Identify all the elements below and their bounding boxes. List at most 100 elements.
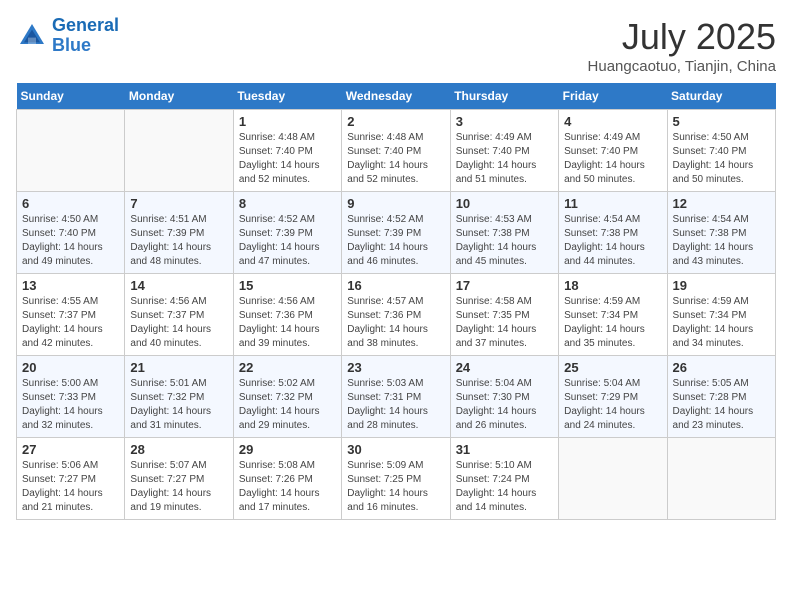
header-wednesday: Wednesday (342, 83, 450, 110)
day-number: 26 (673, 360, 770, 375)
day-info: Sunrise: 4:59 AMSunset: 7:34 PMDaylight:… (673, 295, 770, 351)
calendar-cell: 6 Sunrise: 4:50 AMSunset: 7:40 PMDaylight… (17, 192, 125, 274)
day-info: Sunrise: 4:52 AMSunset: 7:39 PMDaylight:… (239, 213, 336, 269)
calendar-cell: 19Sunrise: 4:59 AMSunset: 7:34 PMDayligh… (667, 274, 775, 356)
day-info: Sunrise: 5:01 AMSunset: 7:32 PMDaylight:… (130, 377, 227, 433)
day-info: Sunrise: 4:52 AMSunset: 7:39 PMDaylight:… (347, 213, 444, 269)
calendar-cell: 22 Sunrise: 5:02 AMSunset: 7:32 PMDayligh… (233, 356, 341, 438)
day-number: 28 (130, 442, 227, 457)
calendar-cell: 11 Sunrise: 4:54 AMSunset: 7:38 PMDayligh… (559, 192, 667, 274)
calendar-cell: 13 Sunrise: 4:55 AMSunset: 7:37 PMDayligh… (17, 274, 125, 356)
day-number: 1 (239, 114, 336, 129)
day-number: 7 (130, 196, 227, 211)
day-info: Sunrise: 4:50 AMSunset: 7:40 PMDaylight:… (22, 213, 119, 269)
calendar-cell: 2 Sunrise: 4:48 AMSunset: 7:40 PMDaylight… (342, 110, 450, 192)
calendar-cell: 20Sunrise: 5:00 AMSunset: 7:33 PMDayligh… (17, 356, 125, 438)
month-title: July 2025 (588, 16, 776, 58)
header-thursday: Thursday (450, 83, 558, 110)
day-info: Sunrise: 4:55 AMSunset: 7:37 PMDaylight:… (22, 295, 119, 351)
calendar-cell: 27 Sunrise: 5:06 AMSunset: 7:27 PMDayligh… (17, 438, 125, 520)
day-number: 17 (456, 278, 553, 293)
title-block: July 2025 Huangcaotuo, Tianjin, China (588, 16, 776, 75)
week-row-3: 20Sunrise: 5:00 AMSunset: 7:33 PMDayligh… (17, 356, 776, 438)
header-sunday: Sunday (17, 83, 125, 110)
day-info: Sunrise: 5:09 AMSunset: 7:25 PMDaylight:… (347, 459, 444, 515)
day-number: 4 (564, 114, 661, 129)
day-info: Sunrise: 4:56 AMSunset: 7:37 PMDaylight:… (130, 295, 227, 351)
day-number: 27 (22, 442, 119, 457)
calendar-cell: 16 Sunrise: 4:57 AMSunset: 7:36 PMDayligh… (342, 274, 450, 356)
calendar-cell: 15 Sunrise: 4:56 AMSunset: 7:36 PMDayligh… (233, 274, 341, 356)
calendar-cell: 4 Sunrise: 4:49 AMSunset: 7:40 PMDaylight… (559, 110, 667, 192)
day-number: 22 (239, 360, 336, 375)
day-number: 31 (456, 442, 553, 457)
calendar-cell: 30 Sunrise: 5:09 AMSunset: 7:25 PMDayligh… (342, 438, 450, 520)
day-number: 3 (456, 114, 553, 129)
calendar-cell: 24Sunrise: 5:04 AMSunset: 7:30 PMDayligh… (450, 356, 558, 438)
calendar-cell: 9Sunrise: 4:52 AMSunset: 7:39 PMDaylight… (342, 192, 450, 274)
day-info: Sunrise: 4:57 AMSunset: 7:36 PMDaylight:… (347, 295, 444, 351)
calendar-cell (559, 438, 667, 520)
day-number: 13 (22, 278, 119, 293)
location: Huangcaotuo, Tianjin, China (588, 58, 776, 75)
day-number: 23 (347, 360, 444, 375)
calendar-cell: 5 Sunrise: 4:50 AMSunset: 7:40 PMDaylight… (667, 110, 775, 192)
day-info: Sunrise: 4:59 AMSunset: 7:34 PMDaylight:… (564, 295, 661, 351)
day-info: Sunrise: 4:49 AMSunset: 7:40 PMDaylight:… (564, 131, 661, 187)
calendar-cell: 18Sunrise: 4:59 AMSunset: 7:34 PMDayligh… (559, 274, 667, 356)
day-number: 10 (456, 196, 553, 211)
day-number: 30 (347, 442, 444, 457)
day-info: Sunrise: 5:05 AMSunset: 7:28 PMDaylight:… (673, 377, 770, 433)
day-info: Sunrise: 5:07 AMSunset: 7:27 PMDaylight:… (130, 459, 227, 515)
day-number: 8 (239, 196, 336, 211)
header-tuesday: Tuesday (233, 83, 341, 110)
calendar-cell (125, 110, 233, 192)
calendar-cell: 26 Sunrise: 5:05 AMSunset: 7:28 PMDayligh… (667, 356, 775, 438)
day-info: Sunrise: 4:53 AMSunset: 7:38 PMDaylight:… (456, 213, 553, 269)
day-info: Sunrise: 4:58 AMSunset: 7:35 PMDaylight:… (456, 295, 553, 351)
logo: General Blue (16, 16, 119, 56)
day-number: 6 (22, 196, 119, 211)
calendar-cell: 12Sunrise: 4:54 AMSunset: 7:38 PMDayligh… (667, 192, 775, 274)
day-info: Sunrise: 5:03 AMSunset: 7:31 PMDaylight:… (347, 377, 444, 433)
calendar-cell: 21 Sunrise: 5:01 AMSunset: 7:32 PMDayligh… (125, 356, 233, 438)
day-info: Sunrise: 5:08 AMSunset: 7:26 PMDaylight:… (239, 459, 336, 515)
day-info: Sunrise: 4:56 AMSunset: 7:36 PMDaylight:… (239, 295, 336, 351)
week-row-1: 6 Sunrise: 4:50 AMSunset: 7:40 PMDaylight… (17, 192, 776, 274)
day-info: Sunrise: 4:50 AMSunset: 7:40 PMDaylight:… (673, 131, 770, 187)
calendar-cell: 25Sunrise: 5:04 AMSunset: 7:29 PMDayligh… (559, 356, 667, 438)
day-info: Sunrise: 4:48 AMSunset: 7:40 PMDaylight:… (347, 131, 444, 187)
day-info: Sunrise: 4:48 AMSunset: 7:40 PMDaylight:… (239, 131, 336, 187)
calendar-cell: 29Sunrise: 5:08 AMSunset: 7:26 PMDayligh… (233, 438, 341, 520)
day-number: 2 (347, 114, 444, 129)
week-row-2: 13 Sunrise: 4:55 AMSunset: 7:37 PMDayligh… (17, 274, 776, 356)
page-header: General Blue July 2025 Huangcaotuo, Tian… (16, 16, 776, 75)
week-row-4: 27 Sunrise: 5:06 AMSunset: 7:27 PMDayligh… (17, 438, 776, 520)
calendar-cell: 28 Sunrise: 5:07 AMSunset: 7:27 PMDayligh… (125, 438, 233, 520)
calendar-cell: 7 Sunrise: 4:51 AMSunset: 7:39 PMDaylight… (125, 192, 233, 274)
day-info: Sunrise: 5:06 AMSunset: 7:27 PMDaylight:… (22, 459, 119, 515)
header-row: SundayMondayTuesdayWednesdayThursdayFrid… (17, 83, 776, 110)
calendar-cell: 14Sunrise: 4:56 AMSunset: 7:37 PMDayligh… (125, 274, 233, 356)
header-friday: Friday (559, 83, 667, 110)
calendar-cell: 31Sunrise: 5:10 AMSunset: 7:24 PMDayligh… (450, 438, 558, 520)
header-monday: Monday (125, 83, 233, 110)
calendar-cell: 8 Sunrise: 4:52 AMSunset: 7:39 PMDaylight… (233, 192, 341, 274)
day-info: Sunrise: 4:51 AMSunset: 7:39 PMDaylight:… (130, 213, 227, 269)
day-number: 21 (130, 360, 227, 375)
calendar-cell: 23 Sunrise: 5:03 AMSunset: 7:31 PMDayligh… (342, 356, 450, 438)
calendar-cell: 17 Sunrise: 4:58 AMSunset: 7:35 PMDayligh… (450, 274, 558, 356)
week-row-0: 1 Sunrise: 4:48 AMSunset: 7:40 PMDaylight… (17, 110, 776, 192)
day-info: Sunrise: 4:49 AMSunset: 7:40 PMDaylight:… (456, 131, 553, 187)
calendar-table: SundayMondayTuesdayWednesdayThursdayFrid… (16, 83, 776, 520)
day-number: 5 (673, 114, 770, 129)
day-info: Sunrise: 4:54 AMSunset: 7:38 PMDaylight:… (564, 213, 661, 269)
day-info: Sunrise: 5:04 AMSunset: 7:30 PMDaylight:… (456, 377, 553, 433)
day-info: Sunrise: 5:02 AMSunset: 7:32 PMDaylight:… (239, 377, 336, 433)
day-number: 12 (673, 196, 770, 211)
day-info: Sunrise: 5:04 AMSunset: 7:29 PMDaylight:… (564, 377, 661, 433)
calendar-cell (667, 438, 775, 520)
day-number: 11 (564, 196, 661, 211)
day-number: 16 (347, 278, 444, 293)
day-number: 15 (239, 278, 336, 293)
